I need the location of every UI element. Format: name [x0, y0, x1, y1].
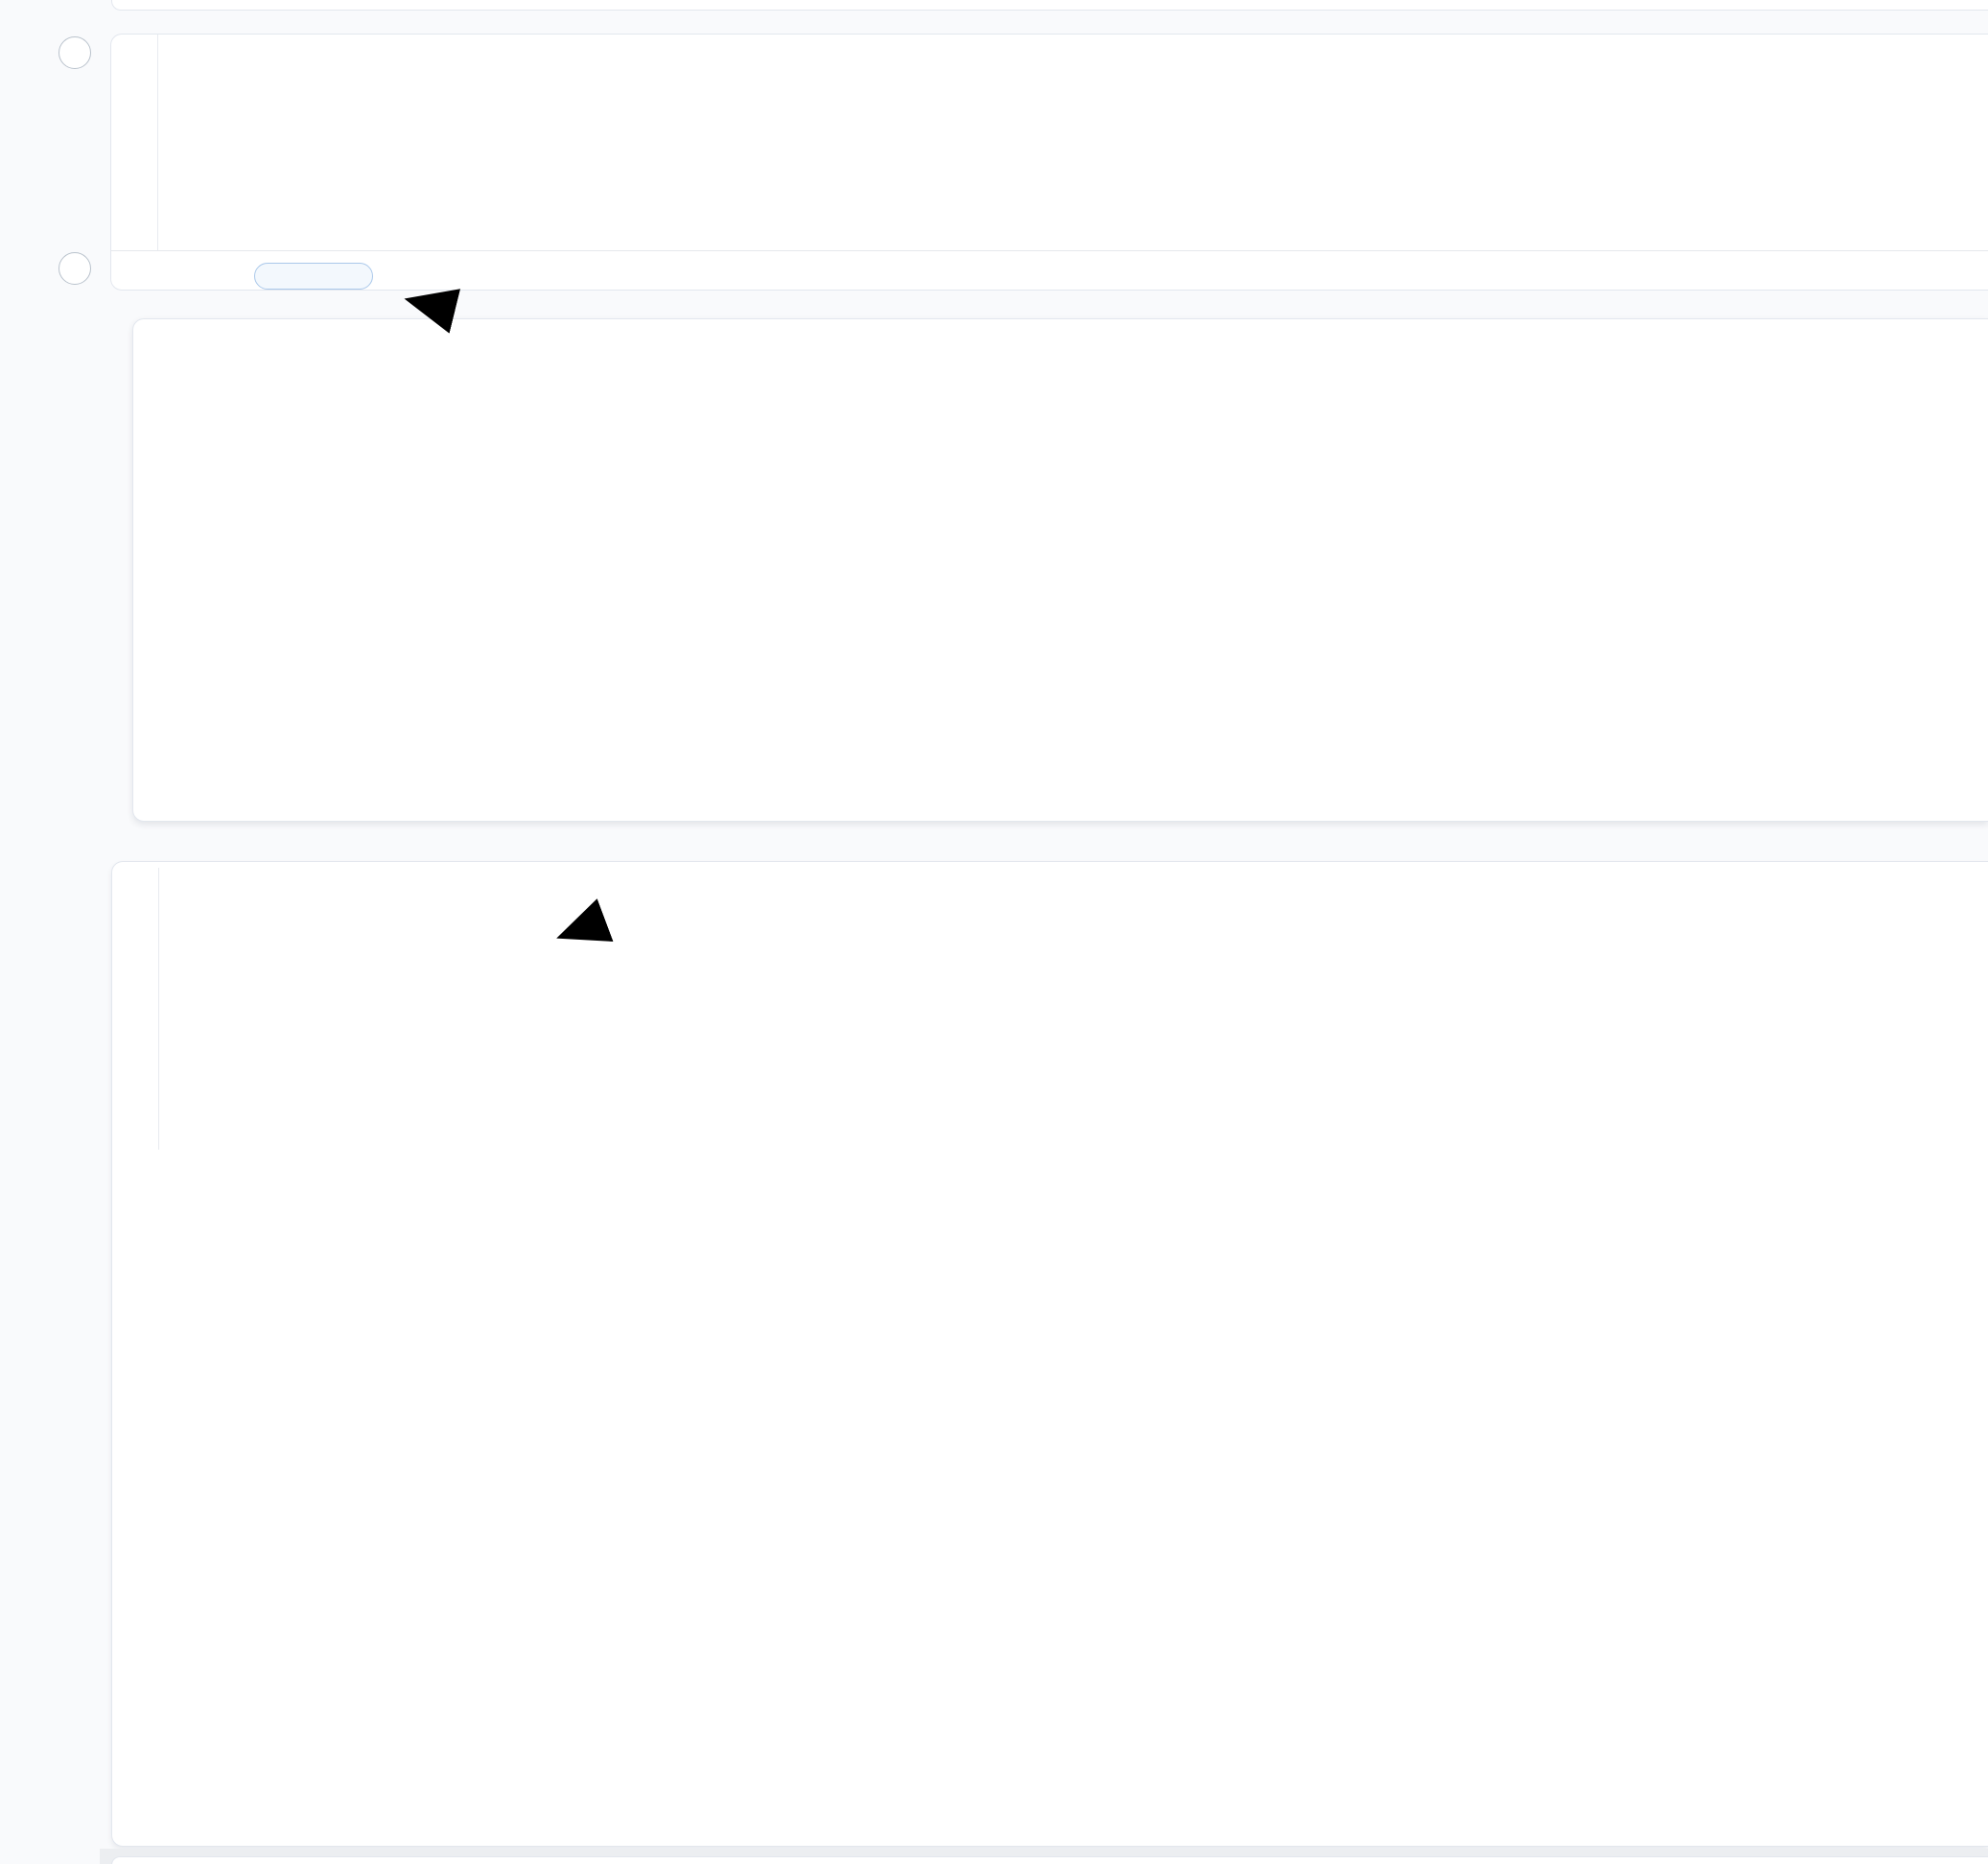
- sql-cell[interactable]: [110, 34, 1988, 291]
- output-variable-chip[interactable]: [254, 263, 373, 290]
- next-cell-edge: [111, 1856, 1988, 1864]
- previous-cell-edge: [111, 0, 1988, 11]
- altair-chart: [112, 1150, 1988, 1846]
- sql-code-editor[interactable]: [111, 35, 1988, 250]
- add-cell-button[interactable]: [58, 36, 91, 69]
- python-cell[interactable]: [111, 861, 1988, 1847]
- dataframe-preview: [132, 318, 1988, 822]
- add-cell-button[interactable]: [58, 252, 91, 285]
- notebook-page: [0, 0, 1988, 1864]
- python-code-editor[interactable]: [112, 862, 1988, 1150]
